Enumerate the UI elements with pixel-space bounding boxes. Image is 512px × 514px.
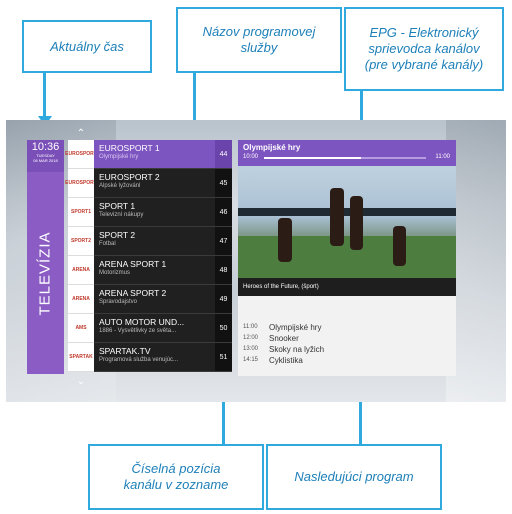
channel-number: 48 — [215, 256, 232, 285]
channel-program: Spravodajstvo — [99, 299, 138, 305]
channel-logo: AMS — [68, 314, 94, 343]
callout-channel-position: Číselná pozícia kanálu v zozname — [88, 444, 264, 510]
channel-logo: ARENA — [68, 285, 94, 314]
channel-logo: SPARTAK — [68, 343, 94, 372]
schedule-time: 11:00 — [243, 324, 258, 330]
schedule-row[interactable]: 13:00 Skoky na lyžich — [243, 344, 324, 355]
channel-name: EUROSPORT 2 — [99, 172, 160, 182]
volleyball-net — [238, 208, 456, 216]
channel-row[interactable]: SPORT1 SPORT 1 Televizní nákupy 46 — [68, 198, 232, 227]
channel-name: SPORT 1 — [99, 201, 136, 211]
clock: 10:36 TUESDAY 06 MAR 2018 — [27, 140, 64, 172]
player-figure — [393, 226, 406, 266]
channel-row[interactable]: SPARTAK SPARTAK.TV Programová služba ven… — [68, 343, 232, 372]
section-label-text: TELEVÍZIA — [37, 230, 54, 316]
epg-start-time: 10:00 — [243, 154, 259, 160]
video-caption: Heroes of the Future, (šport) — [238, 278, 456, 296]
epg-end-time: 11:00 — [435, 154, 450, 160]
channel-number: 46 — [215, 198, 232, 227]
channel-logo: EUROSPORT — [65, 169, 97, 198]
channel-logo: SPORT2 — [68, 227, 94, 256]
channel-number: 47 — [215, 227, 232, 256]
player-figure — [278, 218, 292, 262]
schedule-title: Skoky na lyžich — [269, 345, 325, 354]
video-preview[interactable] — [238, 166, 456, 278]
schedule-title: Snooker — [269, 334, 299, 343]
schedule-row[interactable]: 12:00 Snooker — [243, 333, 324, 344]
schedule-row[interactable]: 11:00 Olympijské hry — [243, 322, 324, 333]
arrow-position — [222, 401, 225, 444]
channel-program: Fotbal — [99, 241, 116, 247]
channel-logo: EUROSPORT — [65, 140, 97, 169]
channel-program: 1886 - Vysvětlivky ze světa... — [99, 328, 177, 334]
channel-name: AUTO MOTOR UND... — [99, 317, 185, 327]
section-label[interactable]: TELEVÍZIA — [27, 172, 64, 374]
chevron-up-icon[interactable]: ⌃ — [74, 128, 88, 139]
player-figure — [350, 196, 363, 250]
channel-row[interactable]: ARENA ARENA SPORT 2 Spravodajstvo 49 — [68, 285, 232, 314]
channel-logo: SPORT1 — [68, 198, 94, 227]
player-figure — [330, 188, 344, 246]
channel-row[interactable]: AMS AUTO MOTOR UND... 1886 - Vysvětlivky… — [68, 314, 232, 343]
channel-name: EUROSPORT 1 — [99, 143, 160, 153]
callout-next-program: Nasledujúci program — [266, 444, 442, 510]
chevron-down-icon[interactable]: ⌄ — [74, 376, 88, 387]
arrow-time — [43, 73, 46, 117]
channel-name: SPARTAK.TV — [99, 346, 151, 356]
schedule-row[interactable]: 14:15 Cyklistika — [243, 355, 324, 366]
schedule-time: 14:15 — [243, 357, 259, 363]
channel-row[interactable]: EUROSPORT EUROSPORT 2 Alpské lyžovánl 45 — [65, 169, 232, 198]
channel-program: Alpské lyžovánl — [99, 183, 141, 189]
channel-program: Programová služba venujúc... — [99, 357, 179, 363]
channel-name: ARENA SPORT 2 — [99, 288, 167, 298]
callout-current-time: Aktuálny čas — [22, 20, 152, 73]
arrow-next — [359, 401, 362, 444]
channel-row[interactable]: ARENA ARENA SPORT 1 Motorizmus 48 — [68, 256, 232, 285]
channel-row[interactable]: SPORT2 SPORT 2 Fotbal 47 — [68, 227, 232, 256]
epg-progress-fill — [264, 157, 362, 159]
callout-service-name: Názov programovej služby — [176, 7, 342, 73]
callout-epg: EPG - Elektronický sprievodca kanálov (p… — [344, 7, 504, 91]
channel-number: 44 — [215, 140, 232, 169]
channel-program: Olympijské hry — [99, 154, 139, 160]
arrow-epg — [360, 91, 363, 123]
channel-name: SPORT 2 — [99, 230, 136, 240]
schedule-time: 13:00 — [243, 346, 259, 352]
channel-number: 51 — [215, 343, 232, 372]
epg-schedule: 11:00 Olympijské hry 12:00 Snooker 13:00… — [243, 322, 324, 366]
schedule-time: 12:00 — [243, 335, 259, 341]
channel-logo: ARENA — [68, 256, 94, 285]
channel-number: 50 — [215, 314, 232, 343]
clock-time: 10:36 — [31, 141, 60, 153]
channel-program: Motorizmus — [99, 270, 131, 276]
channel-name: ARENA SPORT 1 — [99, 259, 167, 269]
schedule-title: Olympijské hry — [269, 323, 322, 332]
epg-title: Olympijské hry — [243, 143, 301, 152]
channel-number: 49 — [215, 285, 232, 314]
schedule-title: Cyklistika — [269, 356, 303, 365]
epg-progress-bar — [264, 157, 426, 159]
channel-number: 45 — [215, 169, 232, 198]
epg-header: Olympijské hry 10:00 11:00 — [238, 140, 456, 166]
epg-panel: Olympijské hry 10:00 11:00 Heroes of the… — [238, 140, 456, 376]
channel-program: Televizní nákupy — [99, 212, 144, 218]
channel-row[interactable]: EUROSPORT EUROSPORT 1 Olympijské hry 44 — [65, 140, 232, 169]
clock-date: 06 MAR 2018 — [33, 158, 58, 163]
court — [238, 236, 456, 278]
